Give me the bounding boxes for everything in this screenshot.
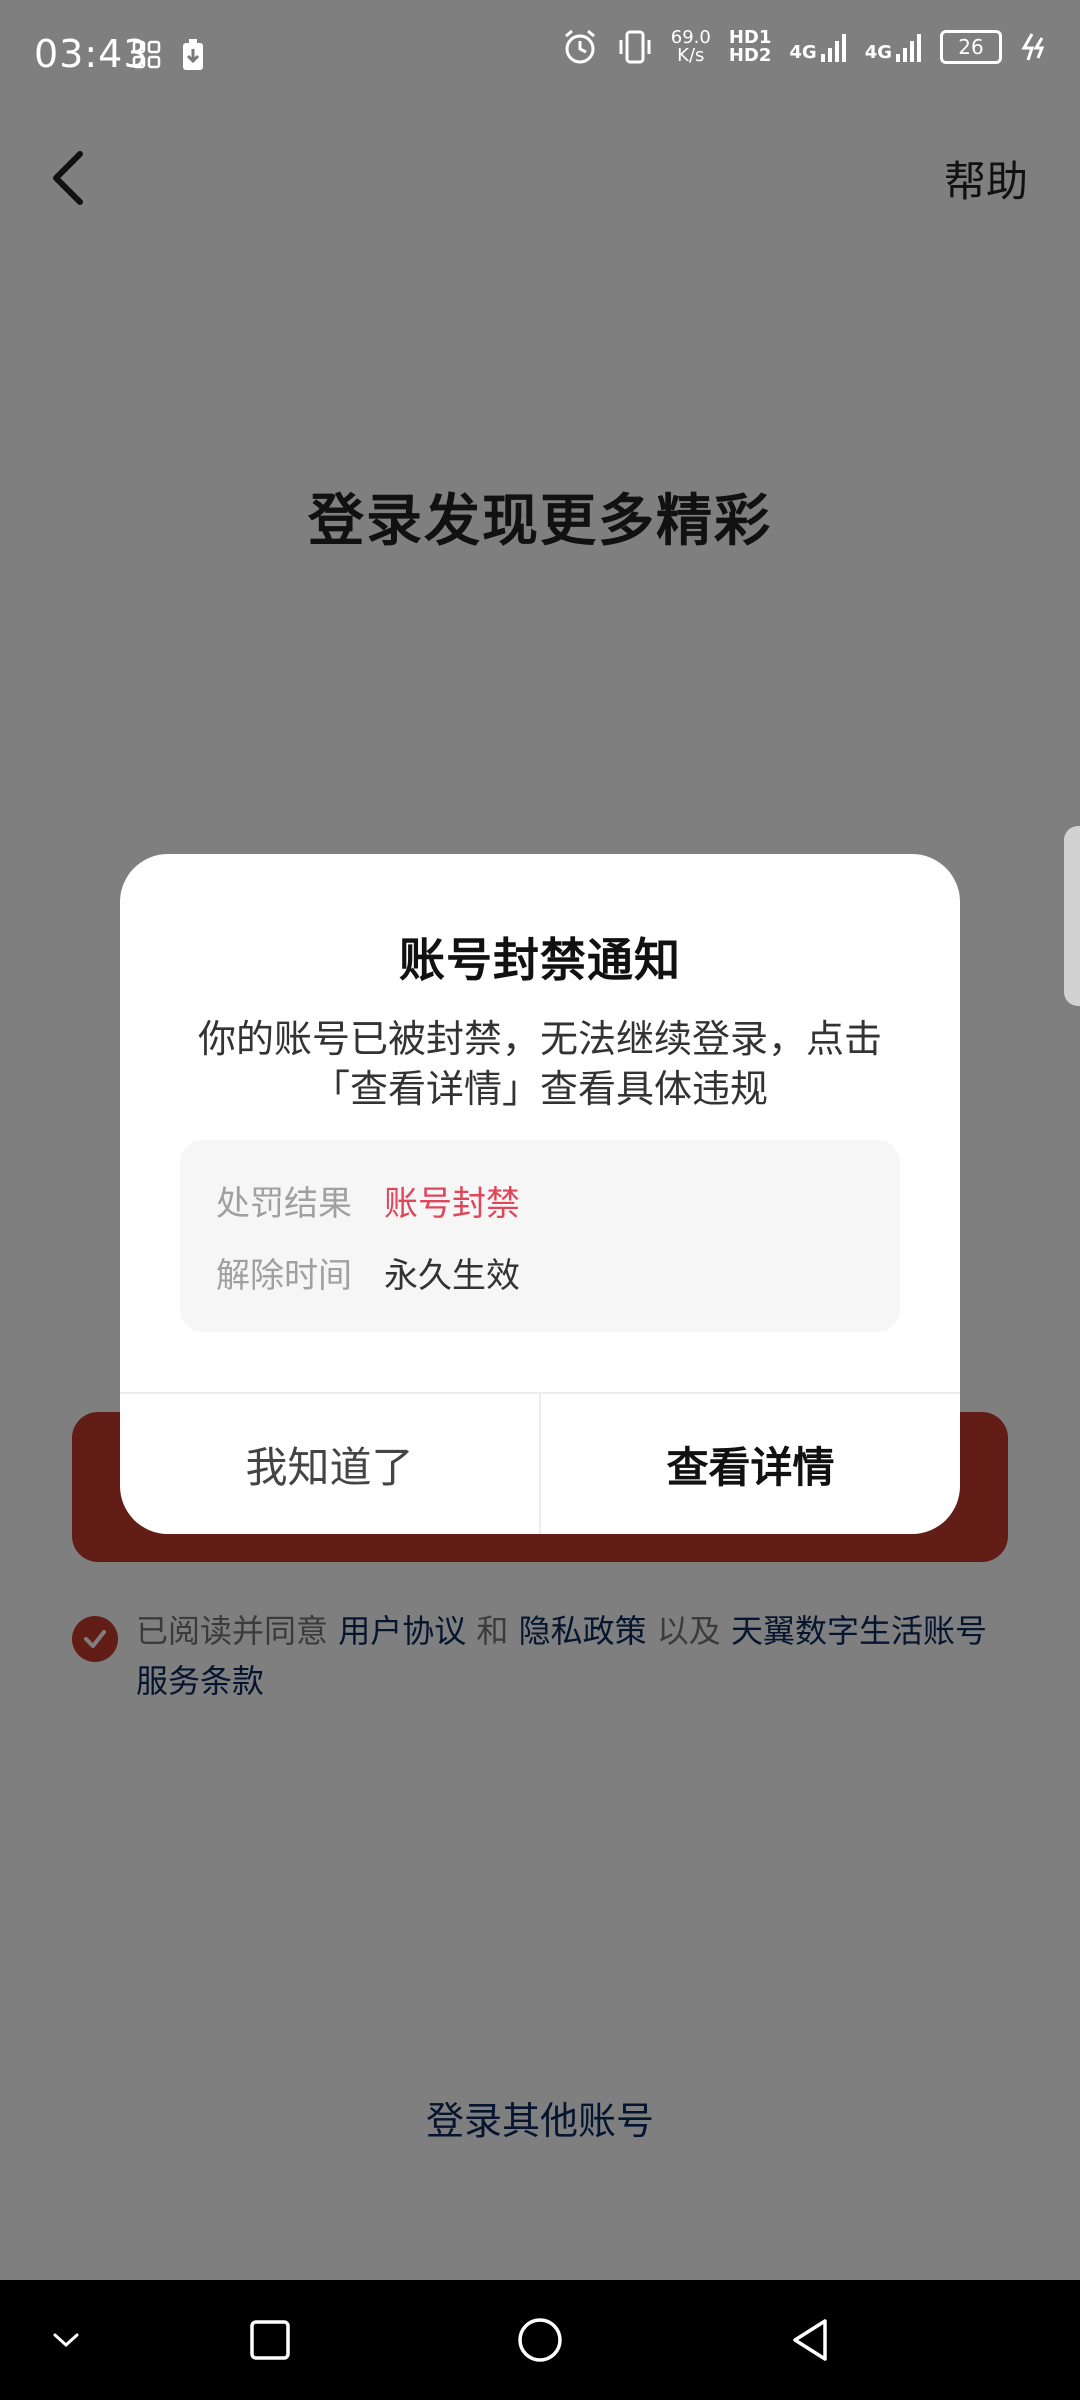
- sim2-network-label: 4G: [864, 42, 892, 63]
- penalty-result-value: 账号封禁: [384, 1184, 520, 1224]
- signal-icon: [820, 34, 846, 62]
- navigation-bar: [0, 2280, 1080, 2400]
- signal-sim2: 4G: [865, 32, 922, 62]
- status-bar: 03:43 69.0 K/s HD1 HD2 4G 4G 26: [0, 0, 1080, 110]
- nav-collapse-button[interactable]: [30, 2304, 102, 2376]
- battery-indicator: 26: [940, 30, 1002, 64]
- download-icon: [183, 39, 203, 70]
- view-details-button[interactable]: 查看详情: [541, 1394, 960, 1534]
- vibrate-icon: [619, 30, 651, 64]
- alarm-icon: [564, 29, 595, 64]
- square-icon: [250, 2320, 290, 2360]
- got-it-button[interactable]: 我知道了: [120, 1394, 539, 1534]
- hd-indicator: HD1 HD2: [729, 29, 772, 65]
- penalty-result-row: 处罚结果 账号封禁: [216, 1176, 520, 1225]
- circle-icon: [518, 2318, 562, 2362]
- triangle-back-icon: [793, 2319, 827, 2361]
- nav-home-button[interactable]: [504, 2304, 576, 2376]
- signal-icon: [896, 34, 921, 62]
- signal-sim1: 4G: [789, 32, 846, 62]
- sim1-network-label: 4G: [789, 42, 817, 63]
- lift-time-row: 解除时间 永久生效: [216, 1248, 520, 1297]
- network-speed-unit: K/s: [677, 45, 705, 66]
- lift-time-label: 解除时间: [216, 1256, 352, 1296]
- lift-time-value: 永久生效: [384, 1256, 520, 1296]
- side-edge-handle[interactable]: [1064, 826, 1080, 1006]
- chevron-down-icon: [53, 2333, 79, 2348]
- penalty-result-label: 处罚结果: [216, 1184, 352, 1224]
- nav-recent-button[interactable]: [234, 2304, 306, 2376]
- status-right-icons: 69.0 K/s HD1 HD2 4G 4G 26: [561, 28, 1046, 66]
- grid-icon: [132, 40, 161, 69]
- network-speed: 69.0 K/s: [671, 29, 711, 65]
- penalty-info-box: 处罚结果 账号封禁 解除时间 永久生效: [180, 1140, 900, 1332]
- login-screen: 帮助 登录发现更多精彩 已阅读并同意 用户协议 和 隐私政策 以及 天翼数字生活…: [0, 0, 1080, 2400]
- hd2-label: HD2: [728, 45, 772, 66]
- nav-back-button[interactable]: [774, 2304, 846, 2376]
- ban-notice-dialog: 账号封禁通知 你的账号已被封禁，无法继续登录，点击「查看详情」查看具体违规 处罚…: [120, 854, 960, 1534]
- status-left-icons: [132, 38, 206, 72]
- dialog-title: 账号封禁通知: [399, 933, 681, 987]
- dialog-message: 你的账号已被封禁，无法继续登录，点击「查看详情」查看具体违规: [197, 1017, 882, 1111]
- charging-icon: [1021, 33, 1045, 61]
